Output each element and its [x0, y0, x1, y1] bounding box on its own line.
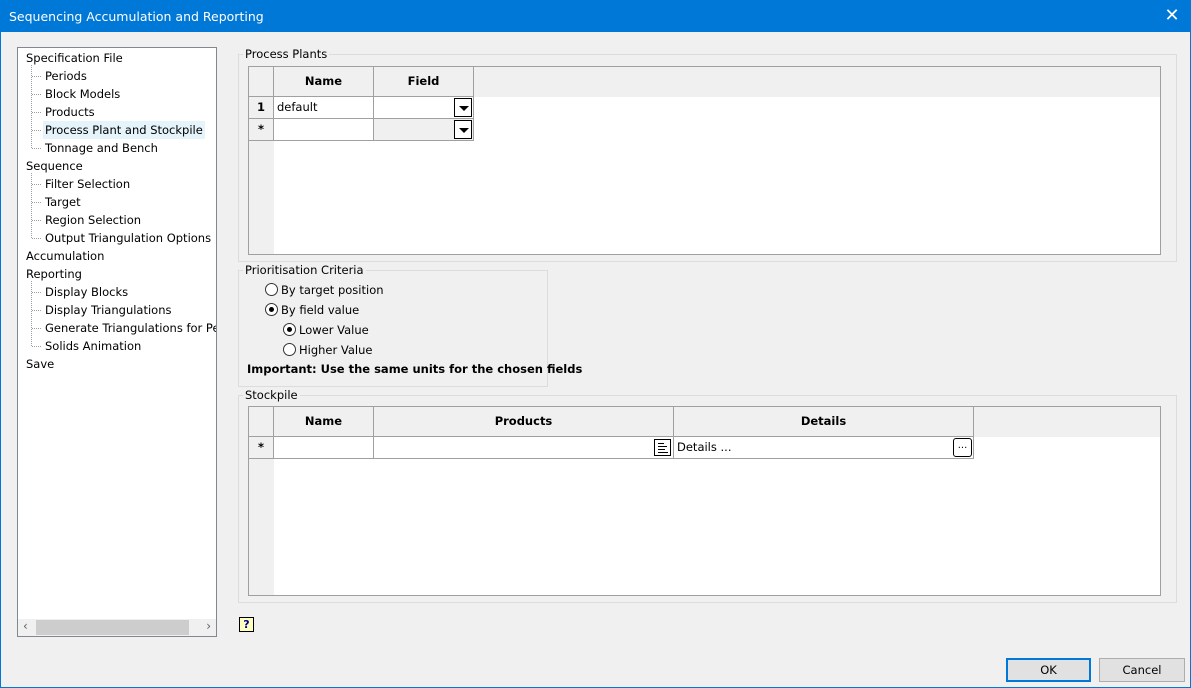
tree-connector [32, 112, 41, 113]
radio-label: By target position [281, 283, 384, 297]
tree-item[interactable]: Display Triangulations [43, 301, 174, 319]
tree-connector [32, 292, 41, 293]
tree-item[interactable]: Display Blocks [43, 283, 130, 301]
tree-item[interactable]: Reporting [24, 265, 84, 283]
tree-connector [31, 281, 32, 346]
radio-by-field-value[interactable]: By field value [265, 303, 359, 317]
tree-connector [32, 76, 41, 77]
tree-connector [32, 184, 41, 185]
help-icon[interactable]: ? [239, 617, 254, 632]
dropdown-arrow-icon[interactable] [454, 120, 472, 139]
tree-item[interactable]: Accumulation [24, 247, 106, 265]
tree-item[interactable]: Generate Triangulations for Periods [43, 319, 216, 337]
tree-item[interactable]: Filter Selection [43, 175, 132, 193]
tree-item[interactable]: Products [43, 103, 97, 121]
radio-label: Lower Value [299, 323, 369, 337]
title-bar: Sequencing Accumulation and Reporting ✕ [1, 1, 1191, 32]
tree-connector [32, 310, 41, 311]
radio-by-target-position[interactable]: By target position [265, 283, 384, 297]
tree-item[interactable]: Periods [43, 67, 89, 85]
tree-connector [31, 65, 32, 148]
units-note: Important: Use the same units for the ch… [247, 362, 583, 376]
details-ellipsis-button[interactable]: ... [953, 438, 972, 457]
scroll-left-icon[interactable]: ‹ [23, 619, 28, 633]
stockpile-label: Stockpile [243, 388, 300, 402]
horizontal-scrollbar[interactable]: ‹ › [18, 619, 216, 636]
cancel-button[interactable]: Cancel [1099, 658, 1185, 682]
new-plant-name-cell[interactable] [274, 119, 374, 141]
new-plant-field-select[interactable] [374, 119, 474, 141]
tree-item[interactable]: Output Triangulation Options [43, 229, 213, 247]
stockpile-name-cell[interactable] [274, 437, 374, 459]
process-plants-label: Process Plants [243, 47, 330, 61]
column-header-field[interactable]: Field [374, 67, 474, 97]
column-header-products[interactable]: Products [374, 407, 674, 437]
tree-connector [32, 130, 41, 131]
ok-button[interactable]: OK [1006, 658, 1091, 682]
radio-lower-value[interactable]: Lower Value [283, 323, 369, 337]
column-header-details[interactable]: Details [674, 407, 974, 437]
dropdown-arrow-icon[interactable] [454, 98, 472, 117]
tree-item[interactable]: Sequence [24, 157, 85, 175]
tree-item[interactable]: Tonnage and Bench [43, 139, 160, 157]
stockpile-grid: Name Products Details * Details ... ... [248, 406, 1161, 596]
tree-item[interactable]: Save [24, 355, 56, 373]
stockpile-details-cell[interactable]: Details ... ... [674, 437, 974, 459]
close-icon[interactable]: ✕ [1162, 5, 1182, 26]
tree-item[interactable]: Process Plant and Stockpile [43, 121, 205, 139]
tree-item[interactable]: Solids Animation [43, 337, 143, 355]
tree-item[interactable]: Specification File [24, 49, 125, 67]
radio-higher-value[interactable]: Higher Value [283, 343, 372, 357]
plant-field-select[interactable] [374, 97, 474, 119]
radio-label: By field value [281, 303, 360, 317]
stockpile-products-cell[interactable] [374, 437, 674, 459]
plant-name-cell[interactable]: default [274, 97, 374, 119]
tree-connector [32, 328, 41, 329]
column-header-name[interactable]: Name [274, 67, 374, 97]
tree-item[interactable]: Region Selection [43, 211, 143, 229]
scroll-thumb[interactable] [36, 620, 189, 635]
tree-connector [32, 220, 41, 221]
scroll-right-icon[interactable]: › [206, 619, 211, 633]
list-icon[interactable] [654, 439, 671, 456]
window-title: Sequencing Accumulation and Reporting [9, 9, 264, 24]
tree-connector [32, 94, 41, 95]
tree-connector [32, 238, 41, 239]
radio-label: Higher Value [299, 343, 373, 357]
new-row-header[interactable]: * [249, 119, 274, 141]
prioritisation-label: Prioritisation Criteria [243, 263, 366, 277]
row-header[interactable]: 1 [249, 97, 274, 119]
tree-connector [32, 346, 41, 347]
navigation-tree: Specification File Periods Block Models Pro… [17, 47, 217, 637]
column-header-name[interactable]: Name [274, 407, 374, 437]
process-plants-grid: Name Field 1 default * [248, 66, 1161, 255]
new-row-header[interactable]: * [249, 437, 274, 459]
tree-connector [32, 202, 41, 203]
tree-item[interactable]: Block Models [43, 85, 122, 103]
tree-connector [31, 173, 32, 238]
tree-item[interactable]: Target [43, 193, 83, 211]
details-text: Details ... [677, 440, 732, 454]
tree-connector [32, 148, 41, 149]
